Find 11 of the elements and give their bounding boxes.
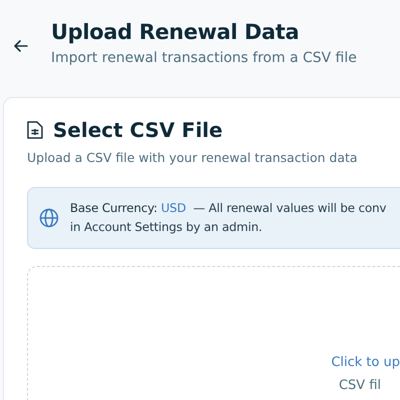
spreadsheet-file-icon [27,121,43,139]
card-subtitle: Upload a CSV file with your renewal transaction data [27,150,358,165]
upload-dropzone[interactable]: Click to up CSV fil [27,266,400,400]
file-type-hint: CSV fil [338,378,381,393]
page-title: Upload Renewal Data [51,20,300,44]
back-arrow-icon[interactable] [14,39,28,53]
page-subtitle: Import renewal transactions from a CSV file [51,50,357,66]
globe-icon [39,208,59,228]
upload-link[interactable]: Click to up [331,355,400,370]
info-text: Base Currency: USD — All renewal values will be conv in Account Settings by an admin. [70,200,386,236]
card-title: Select CSV File [53,118,223,142]
